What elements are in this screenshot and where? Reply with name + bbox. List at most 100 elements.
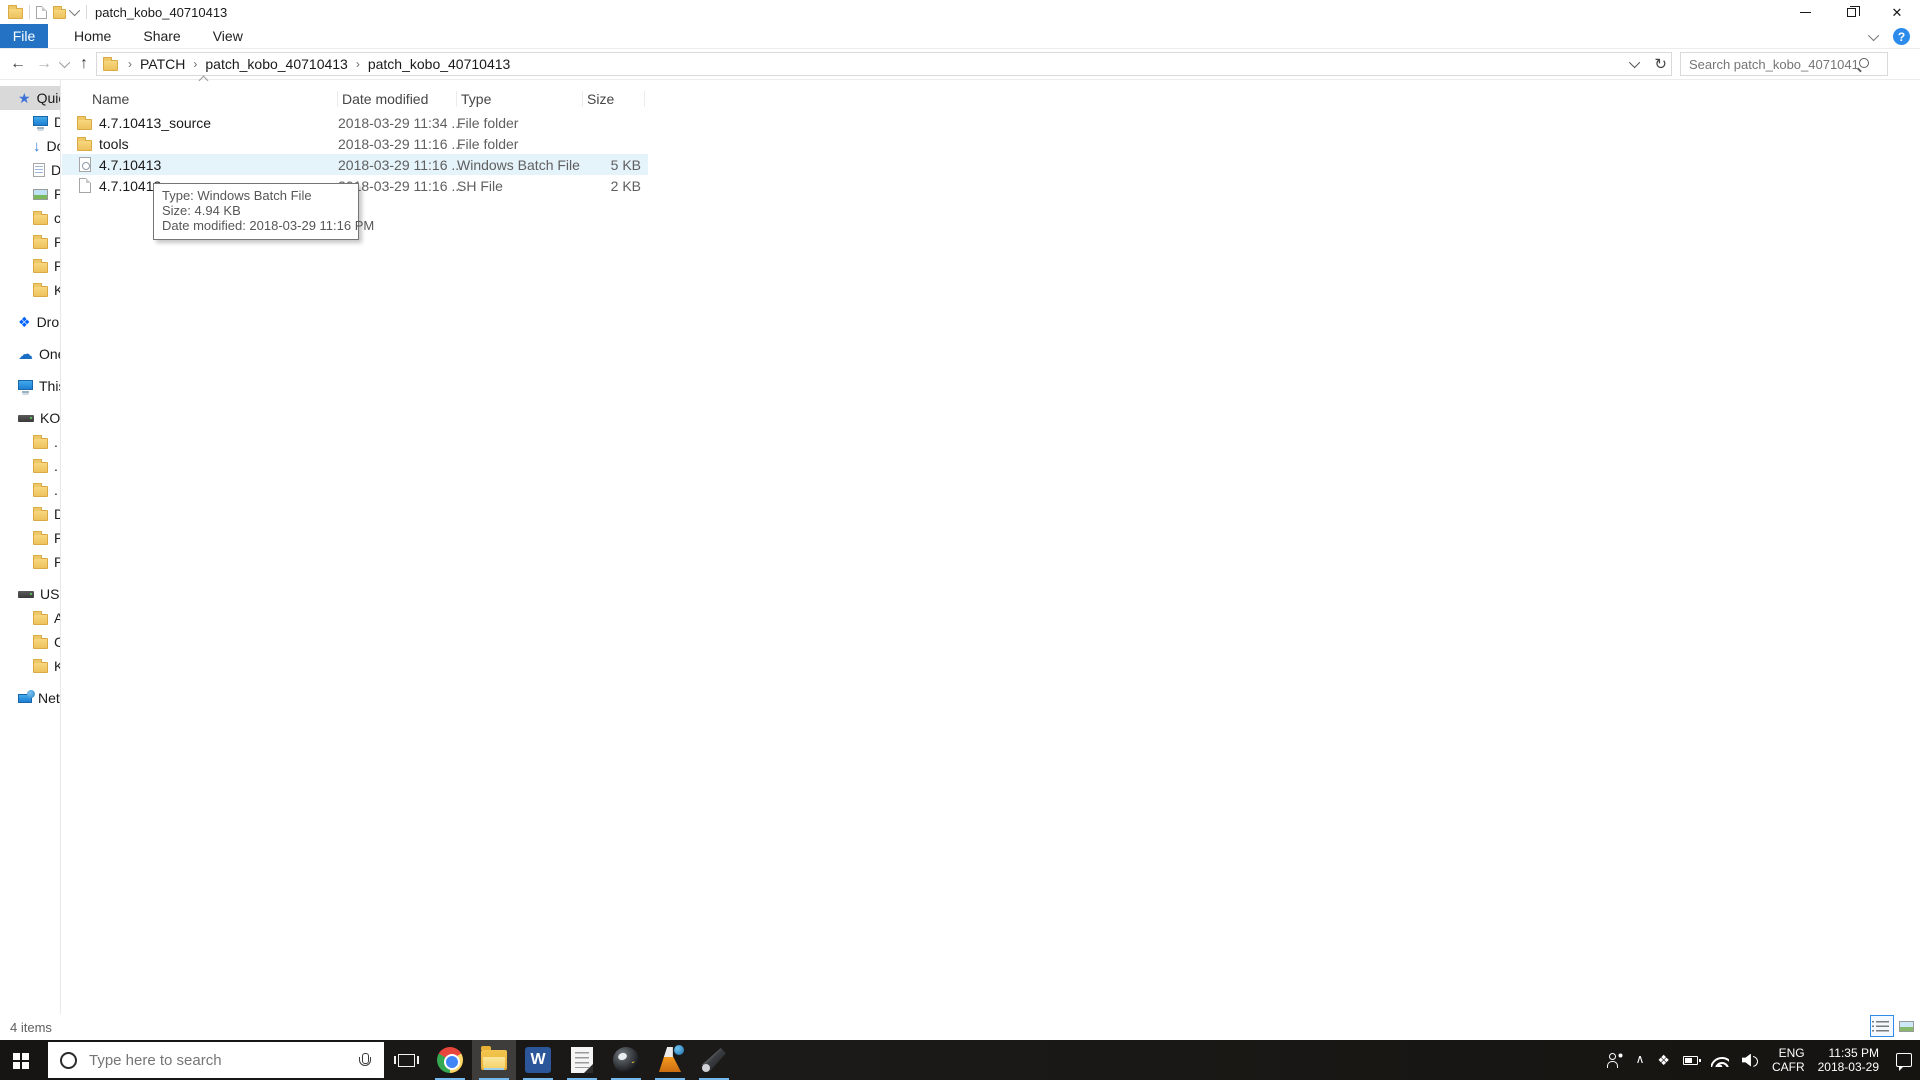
- forward-arrow-icon[interactable]: →: [36, 56, 52, 72]
- sidebar-item-p[interactable]: P: [0, 526, 60, 550]
- sidebar-item-label: Desktop: [54, 114, 60, 130]
- file-row[interactable]: 4.7.10413_source 2018-03-29 11:34 ... File…: [62, 112, 648, 133]
- file-date-modified: 2018-03-29 11:16 ...: [338, 156, 464, 173]
- folder-file-icon: [77, 115, 92, 130]
- taskbar-app-chrome[interactable]: [428, 1040, 472, 1080]
- sidebar-item-p[interactable]: P: [0, 550, 60, 574]
- sidebar-item-network[interactable]: Network: [0, 686, 60, 710]
- taskbar-app-sphere[interactable]: [604, 1040, 648, 1080]
- close-button[interactable]: ✕: [1874, 0, 1920, 24]
- sidebar-item-quickaccess[interactable]: ★ Quick access: [0, 86, 60, 110]
- sidebar-item-dropbox[interactable]: ❖ Dropbox: [0, 310, 60, 334]
- breadcrumb-item[interactable]: patch_kobo_40710413: [201, 56, 351, 72]
- large-icons-view-button[interactable]: [1894, 1015, 1918, 1037]
- divider: [29, 5, 30, 19]
- taskbar-app-task-view[interactable]: [384, 1040, 428, 1080]
- sidebar-item-k[interactable]: K: [0, 278, 60, 302]
- battery-icon[interactable]: [1682, 1055, 1701, 1065]
- people-icon[interactable]: [1606, 1053, 1623, 1068]
- file-row[interactable]: 4.7.10413 2018-03-29 11:16 ... Windows Bat…: [62, 154, 648, 175]
- doc-file-icon: [78, 178, 91, 193]
- action-center-icon[interactable]: [1896, 1053, 1912, 1067]
- microphone-icon[interactable]: [358, 1052, 371, 1068]
- taskbar-app-explorer[interactable]: [472, 1040, 516, 1080]
- tab-share[interactable]: Share: [127, 24, 196, 48]
- sidebar-item-[interactable]: .: [0, 454, 60, 478]
- file-icon-wrap: [76, 178, 93, 193]
- sidebar-item-a[interactable]: A: [0, 606, 60, 630]
- wifi-icon[interactable]: [1710, 1053, 1729, 1067]
- hidden-icons-chevron-icon[interactable]: ∧: [1636, 1053, 1645, 1065]
- taskbar-app-horn[interactable]: [692, 1040, 736, 1080]
- sidebar-item-desktop[interactable]: Desktop: [0, 110, 60, 134]
- taskbar-search[interactable]: [48, 1042, 384, 1078]
- file-size: 2 KB: [610, 177, 641, 194]
- folder-icon: [33, 235, 48, 249]
- sidebar-item-p[interactable]: P: [0, 230, 60, 254]
- taskbar-search-input[interactable]: [77, 1051, 358, 1069]
- back-arrow-icon[interactable]: ←: [10, 56, 26, 72]
- ribbon-collapse-chevron-icon[interactable]: [1867, 29, 1880, 41]
- search-box[interactable]: [1680, 52, 1888, 76]
- sidebar-item-pictures[interactable]: Pictures: [0, 182, 60, 206]
- sidebar-item-downloads[interactable]: ↓ Downloads: [0, 134, 60, 158]
- sidebar-item-p[interactable]: P: [0, 254, 60, 278]
- address-dropdown-chevron-icon[interactable]: [1629, 56, 1641, 69]
- sidebar-item-ko[interactable]: KO: [0, 406, 60, 430]
- horn-icon: [701, 1047, 727, 1073]
- sidebar-item-c[interactable]: C: [0, 630, 60, 654]
- sidebar-item-k[interactable]: K: [0, 654, 60, 678]
- refresh-icon[interactable]: ↻: [1654, 55, 1667, 73]
- help-icon[interactable]: ?: [1893, 28, 1910, 45]
- up-arrow-icon[interactable]: ↑: [80, 56, 88, 72]
- column-header-size[interactable]: Size: [583, 91, 645, 107]
- column-header-type[interactable]: Type: [457, 91, 583, 107]
- volume-icon[interactable]: [1742, 1054, 1759, 1067]
- taskbar-app-flask[interactable]: [648, 1040, 692, 1080]
- folder-icon[interactable]: [53, 5, 66, 19]
- picture-icon: [33, 188, 48, 200]
- taskbar-app-word[interactable]: W: [516, 1040, 560, 1080]
- tab-home[interactable]: Home: [58, 24, 127, 48]
- taskbar: W ∧ ❖ ENG CAFR 11:35 PM 2018-03-29: [0, 1040, 1920, 1080]
- column-header-name[interactable]: Name: [62, 75, 338, 107]
- clock[interactable]: 11:35 PM 2018-03-29: [1818, 1046, 1879, 1074]
- column-header-date-modified[interactable]: Date modified: [338, 91, 457, 107]
- ribbon-tab-bar: File Home Share View ?: [0, 24, 1920, 49]
- address-bar[interactable]: › PATCH › patch_kobo_40710413 › patch_kobo_40…: [96, 52, 1672, 76]
- sidebar-item-thispc[interactable]: This PC: [0, 374, 60, 398]
- batch-file-icon: [78, 157, 91, 172]
- sidebar-item-label: Documents: [51, 162, 60, 178]
- search-input[interactable]: [1681, 56, 1857, 72]
- sidebar-item-label: C: [54, 634, 60, 650]
- restore-icon: [1846, 5, 1860, 17]
- check-document-icon[interactable]: [36, 5, 47, 19]
- sidebar-item-us[interactable]: US: [0, 582, 60, 606]
- details-view-button[interactable]: [1870, 1015, 1894, 1037]
- search-icon[interactable]: [1857, 58, 1869, 70]
- sidebar-item-onedrive[interactable]: ☁ OneDrive: [0, 342, 60, 366]
- sidebar-item-label: Quick access: [36, 90, 60, 106]
- breadcrumb-item[interactable]: patch_kobo_40710413: [364, 56, 514, 72]
- breadcrumb-item[interactable]: PATCH: [136, 56, 189, 72]
- sidebar-item-label: OneDrive: [39, 346, 60, 362]
- recent-locations-chevron-icon[interactable]: [58, 56, 71, 69]
- restore-button[interactable]: [1828, 0, 1874, 24]
- breadcrumb-separator: ›: [193, 57, 198, 71]
- sidebar-item-d[interactable]: D: [0, 502, 60, 526]
- sidebar-item-documents[interactable]: Documents: [0, 158, 60, 182]
- tab-file[interactable]: File: [0, 24, 48, 48]
- breadcrumb-separator: ›: [355, 57, 360, 71]
- minimize-button[interactable]: [1782, 0, 1828, 24]
- file-row[interactable]: tools 2018-03-29 11:16 ... File folder: [62, 133, 648, 154]
- qat-customize-chevron-icon[interactable]: [68, 4, 81, 17]
- title-bar: patch_kobo_40710413 ✕: [0, 0, 1920, 24]
- sidebar-item-c[interactable]: c: [0, 206, 60, 230]
- language-indicator[interactable]: ENG CAFR: [1772, 1046, 1805, 1074]
- start-button[interactable]: [0, 1040, 48, 1080]
- sidebar-item-[interactable]: .: [0, 478, 60, 502]
- dropbox-tray-icon[interactable]: ❖: [1657, 1053, 1670, 1067]
- tab-view[interactable]: View: [197, 24, 259, 48]
- taskbar-app-notepad[interactable]: [560, 1040, 604, 1080]
- sidebar-item-[interactable]: .: [0, 430, 60, 454]
